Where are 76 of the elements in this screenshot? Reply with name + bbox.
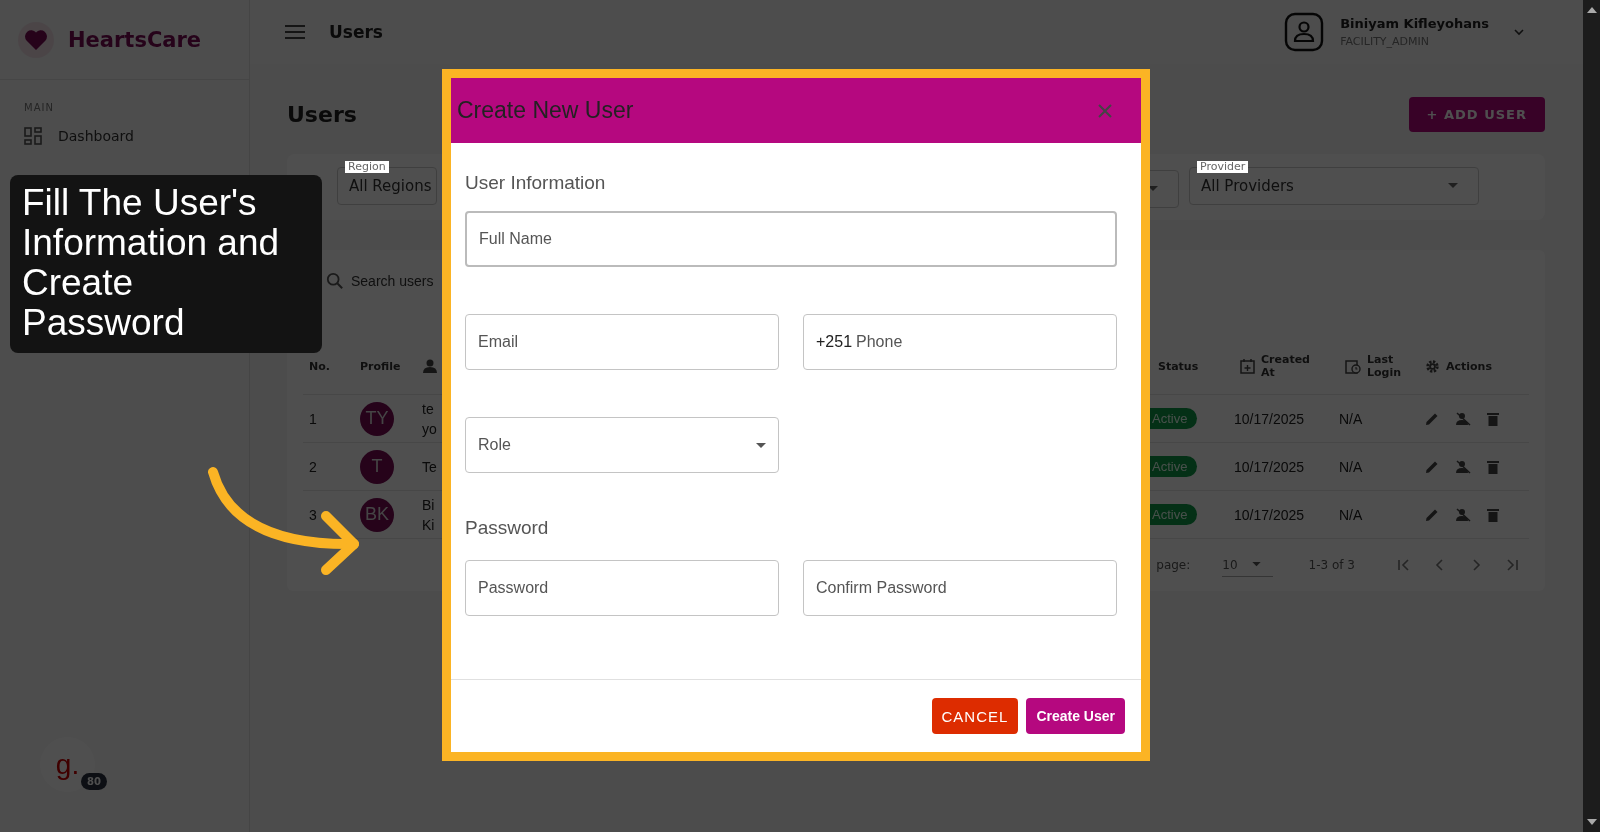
caret-down-icon bbox=[1148, 186, 1158, 192]
dashboard-icon bbox=[24, 127, 42, 145]
column-header: Last Login bbox=[1367, 353, 1403, 379]
scrollbar[interactable] bbox=[1583, 0, 1600, 832]
app-logo-text: HeartsCare bbox=[68, 27, 202, 52]
search-icon bbox=[326, 272, 344, 290]
initials-avatar: TY bbox=[360, 401, 394, 436]
create-user-button[interactable]: Create User bbox=[1026, 698, 1125, 734]
row-number: 2 bbox=[309, 458, 317, 475]
input-field[interactable]: Password bbox=[465, 560, 779, 616]
tutorial-callout: Fill The User's Information and Create Password bbox=[10, 175, 322, 353]
user-name-cell-text: te yo bbox=[422, 399, 438, 439]
last-login: N/A bbox=[1339, 410, 1363, 427]
row-number: 1 bbox=[309, 410, 317, 427]
phone-input-field[interactable]: +251 Phone bbox=[803, 314, 1117, 370]
input-field[interactable]: Email bbox=[465, 314, 779, 370]
country-code: +251 bbox=[816, 333, 853, 351]
input-field[interactable]: Confirm Password bbox=[803, 560, 1117, 616]
dialog-title: Create New User bbox=[457, 97, 634, 124]
calendar-icon bbox=[1240, 358, 1255, 374]
person-icon bbox=[422, 359, 438, 373]
section-heading: User Information bbox=[465, 172, 607, 194]
search-field[interactable]: Search users bbox=[351, 273, 437, 289]
caret-down-icon bbox=[756, 442, 766, 448]
add-user-button[interactable]: + ADD USER bbox=[1408, 96, 1545, 132]
caret-down-icon bbox=[1251, 562, 1261, 567]
edit-icon[interactable] bbox=[1425, 411, 1439, 426]
user-avatar-icon[interactable] bbox=[1284, 12, 1325, 52]
chevron-down-icon[interactable] bbox=[1513, 28, 1525, 36]
created-date: 10/17/2025 bbox=[1234, 410, 1305, 427]
created-date: 10/17/2025 bbox=[1234, 506, 1305, 523]
initials-avatar: T bbox=[360, 449, 394, 484]
settings-icon bbox=[1425, 358, 1440, 374]
column-header: Actions bbox=[1446, 359, 1492, 373]
column-header: Status bbox=[1158, 359, 1199, 373]
input-field[interactable]: Full Name bbox=[465, 211, 1117, 267]
trash-icon[interactable] bbox=[1487, 459, 1499, 474]
calendar-clock-icon bbox=[1345, 358, 1361, 374]
column-header: Created At bbox=[1261, 353, 1307, 379]
first-page-icon[interactable] bbox=[1397, 558, 1411, 572]
field-label: Provider bbox=[1197, 161, 1249, 173]
last-login: N/A bbox=[1339, 506, 1363, 523]
cancel-button[interactable]: CANCEL bbox=[931, 698, 1019, 734]
column-header: Profile bbox=[360, 359, 401, 373]
role-select[interactable]: Role bbox=[465, 417, 779, 473]
menu-icon[interactable] bbox=[285, 25, 305, 39]
scroll-up-icon[interactable] bbox=[1585, 6, 1598, 14]
user-name-cell-text: Te bbox=[422, 457, 438, 477]
trash-icon[interactable] bbox=[1487, 507, 1499, 522]
last-login: N/A bbox=[1339, 458, 1363, 475]
person-off-icon[interactable] bbox=[1455, 411, 1471, 426]
scroll-down-icon[interactable] bbox=[1585, 818, 1598, 826]
edit-icon[interactable] bbox=[1425, 507, 1439, 522]
initials-avatar: BK bbox=[360, 497, 394, 532]
sidebar-item[interactable]: Dashboard bbox=[10, 121, 239, 151]
caret-down-icon bbox=[1448, 183, 1458, 189]
column-header: No. bbox=[309, 359, 330, 373]
select-value: All Providers bbox=[1201, 177, 1294, 195]
row-number: 3 bbox=[309, 506, 317, 523]
user-name-cell-text: Bi Ki bbox=[422, 495, 436, 535]
person-off-icon[interactable] bbox=[1455, 507, 1471, 522]
edit-icon[interactable] bbox=[1425, 459, 1439, 474]
page-title: Users bbox=[287, 101, 357, 127]
field-label: Region bbox=[345, 161, 389, 173]
close-icon[interactable] bbox=[1097, 102, 1113, 119]
person-off-icon[interactable] bbox=[1455, 459, 1471, 474]
last-page-icon[interactable] bbox=[1505, 558, 1519, 572]
user-name: Biniyam Kifleyohans bbox=[1340, 16, 1489, 31]
trash-icon[interactable] bbox=[1487, 411, 1499, 426]
count-badge: 80 bbox=[81, 773, 107, 790]
heart-logo-icon bbox=[18, 21, 54, 58]
created-date: 10/17/2025 bbox=[1234, 458, 1305, 475]
select-placeholder: Role bbox=[478, 436, 512, 454]
phone-number-input[interactable]: Phone bbox=[856, 333, 1104, 351]
page-heading: Users bbox=[329, 22, 383, 42]
section-heading: Password bbox=[465, 517, 550, 539]
